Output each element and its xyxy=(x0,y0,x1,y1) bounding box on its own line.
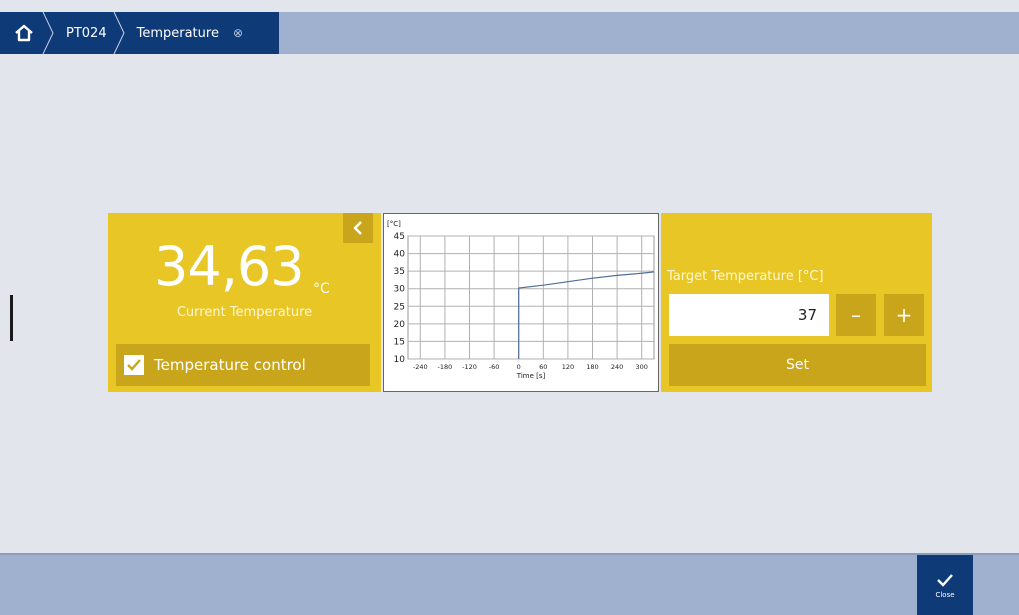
x-tick-label: 60 xyxy=(539,363,547,371)
temperature-chart: 10 15 20 25 30 35 40 45 -240 -180 -120 -60 0 60 120 180… xyxy=(383,213,659,392)
current-temperature-label: Current Temperature xyxy=(176,305,313,320)
x-axis-label: Time [s] xyxy=(516,372,546,380)
x-tick-label: -60 xyxy=(489,363,500,371)
bottom-bar: Close xyxy=(0,553,1019,615)
checkmark-icon xyxy=(127,359,141,371)
set-button[interactable]: Set xyxy=(669,344,926,386)
collapse-button[interactable] xyxy=(343,213,373,243)
temperature-control-checkbox[interactable] xyxy=(124,355,144,375)
target-temperature-label: Target Temperature [°C] xyxy=(667,269,824,284)
y-tick-label: 45 xyxy=(394,232,405,242)
y-tick-label: 35 xyxy=(394,267,405,277)
y-tick-label: 15 xyxy=(394,337,405,347)
chevron-left-icon xyxy=(353,221,362,235)
x-tick-label: 300 xyxy=(635,363,647,371)
breadcrumb-item-temperature[interactable]: Temperature ⊗ xyxy=(119,12,255,54)
breadcrumb-home[interactable] xyxy=(0,12,54,54)
x-tick-label: 120 xyxy=(562,363,574,371)
current-temperature-value: 34,63 xyxy=(154,235,305,298)
x-tick-label: -180 xyxy=(438,363,453,371)
home-icon xyxy=(15,24,33,42)
x-tick-label: 180 xyxy=(586,363,598,371)
increase-button[interactable]: + xyxy=(884,294,924,336)
temperature-chart-svg: 10 15 20 25 30 35 40 45 -240 -180 -120 -60 0 60 120 180… xyxy=(387,220,655,380)
y-axis-label: [°C] xyxy=(387,220,401,228)
y-tick-label: 10 xyxy=(394,355,406,365)
breadcrumb-label: Temperature xyxy=(136,25,219,41)
close-tab-icon[interactable]: ⊗ xyxy=(233,26,243,40)
close-label: Close xyxy=(935,591,955,599)
x-tick-label: -120 xyxy=(462,363,477,371)
temperature-control-toggle[interactable]: Temperature control xyxy=(116,344,370,386)
y-tick-label: 25 xyxy=(394,302,405,312)
temperature-control-label: Temperature control xyxy=(154,356,306,374)
breadcrumb-label: PT024 xyxy=(66,25,107,41)
y-tick-label: 20 xyxy=(394,320,406,330)
target-temperature-panel: Target Temperature [°C] – + Set xyxy=(661,213,932,392)
breadcrumb-item-pt024[interactable]: PT024 xyxy=(48,12,125,54)
x-tick-label: 0 xyxy=(517,363,521,371)
close-button[interactable]: Close xyxy=(917,555,973,615)
breadcrumb: PT024 Temperature ⊗ xyxy=(0,12,279,54)
x-tick-label: -240 xyxy=(413,363,428,371)
target-temperature-input[interactable] xyxy=(669,294,829,336)
decrease-button[interactable]: – xyxy=(836,294,876,336)
check-icon xyxy=(937,574,953,587)
y-tick-label: 40 xyxy=(394,250,406,260)
y-tick-label: 30 xyxy=(394,285,406,295)
top-navigation-bar: PT024 Temperature ⊗ xyxy=(0,12,1019,54)
current-temperature-panel: 34,63 °C Current Temperature Temperature… xyxy=(108,213,381,392)
side-handle xyxy=(10,295,13,341)
current-temperature-unit: °C xyxy=(313,281,330,297)
x-tick-label: 240 xyxy=(611,363,623,371)
